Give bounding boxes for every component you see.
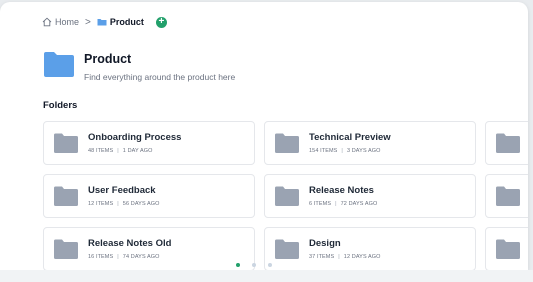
folder-name: Technical Preview [309, 132, 391, 143]
add-button[interactable]: + [155, 16, 167, 28]
folder-icon [275, 186, 299, 206]
page-header: Product Find everything around the produ… [43, 50, 235, 82]
folder-name: Onboarding Process [88, 132, 182, 143]
folder-updated: 56 DAYS AGO [122, 201, 160, 207]
folder-item-count: 6 ITEMS [309, 201, 332, 207]
folder-card[interactable]: Release Notes Old 16 ITEMS | 74 DAYS AGO [43, 227, 255, 270]
folder-icon [275, 239, 299, 259]
folder-item-count: 48 ITEMS [88, 148, 114, 154]
folder-name: Release Notes [309, 185, 374, 196]
folder-card[interactable] [485, 227, 528, 270]
folder-meta: 6 ITEMS | 72 DAYS AGO [309, 201, 378, 207]
folder-item-count: 16 ITEMS [88, 254, 114, 260]
folder-updated: 1 DAY AGO [122, 148, 153, 154]
breadcrumb-home[interactable]: Home [42, 17, 79, 27]
breadcrumb-home-label: Home [55, 17, 80, 27]
main-panel: Home > Product + Product Find everything… [0, 2, 528, 270]
folder-updated: 74 DAYS AGO [122, 254, 160, 260]
folder-meta: 12 ITEMS | 56 DAYS AGO [88, 201, 160, 207]
folder-meta: 37 ITEMS | 12 DAYS AGO [309, 254, 381, 260]
folder-card[interactable]: Release Notes 6 ITEMS | 72 DAYS AGO [264, 174, 476, 218]
folder-icon [496, 133, 520, 153]
folder-name: Release Notes Old [88, 238, 172, 249]
bottom-strip [0, 270, 533, 282]
pager-dot-3[interactable] [268, 263, 272, 267]
folder-icon [496, 186, 520, 206]
pager-dot-1[interactable] [236, 263, 240, 267]
folder-item-count: 12 ITEMS [88, 201, 114, 207]
folder-icon [54, 133, 78, 153]
folder-card[interactable] [485, 121, 528, 165]
folder-name: Design [309, 238, 341, 249]
folder-meta: 154 ITEMS | 3 DAYS AGO [309, 148, 381, 154]
page-subtitle: Find everything around the product here [84, 72, 236, 82]
folder-icon [97, 19, 107, 26]
folder-icon [54, 186, 78, 206]
home-icon [42, 17, 52, 27]
folder-name: User Feedback [88, 185, 156, 196]
folder-card[interactable]: Technical Preview 154 ITEMS | 3 DAYS AGO [264, 121, 476, 165]
plus-icon: + [158, 16, 165, 27]
folders-section-label: Folders [43, 100, 78, 111]
page-title: Product [84, 52, 132, 66]
folder-card[interactable]: User Feedback 12 ITEMS | 56 DAYS AGO [43, 174, 255, 218]
folder-icon [54, 239, 78, 259]
folder-icon [44, 52, 74, 77]
folder-updated: 72 DAYS AGO [340, 201, 378, 207]
folder-item-count: 154 ITEMS [309, 148, 338, 154]
breadcrumb-separator-icon: > [85, 16, 91, 28]
folder-meta: 48 ITEMS | 1 DAY AGO [88, 148, 153, 154]
folder-card[interactable]: Design 37 ITEMS | 12 DAYS AGO [264, 227, 476, 270]
pager-dot-2[interactable] [252, 263, 256, 267]
folder-icon [275, 133, 299, 153]
folder-updated: 12 DAYS AGO [343, 254, 381, 260]
breadcrumb-product[interactable]: Product [97, 17, 144, 27]
folder-card[interactable]: Onboarding Process 48 ITEMS | 1 DAY AGO [43, 121, 255, 165]
folder-meta: 16 ITEMS | 74 DAYS AGO [88, 254, 160, 260]
folder-updated: 3 DAYS AGO [346, 148, 381, 154]
folder-item-count: 37 ITEMS [309, 254, 335, 260]
breadcrumb: Home > Product + [42, 14, 167, 30]
breadcrumb-current-label: Product [109, 17, 144, 27]
folder-card[interactable] [485, 174, 528, 218]
carousel-pager [236, 263, 272, 267]
folder-icon [496, 239, 520, 259]
